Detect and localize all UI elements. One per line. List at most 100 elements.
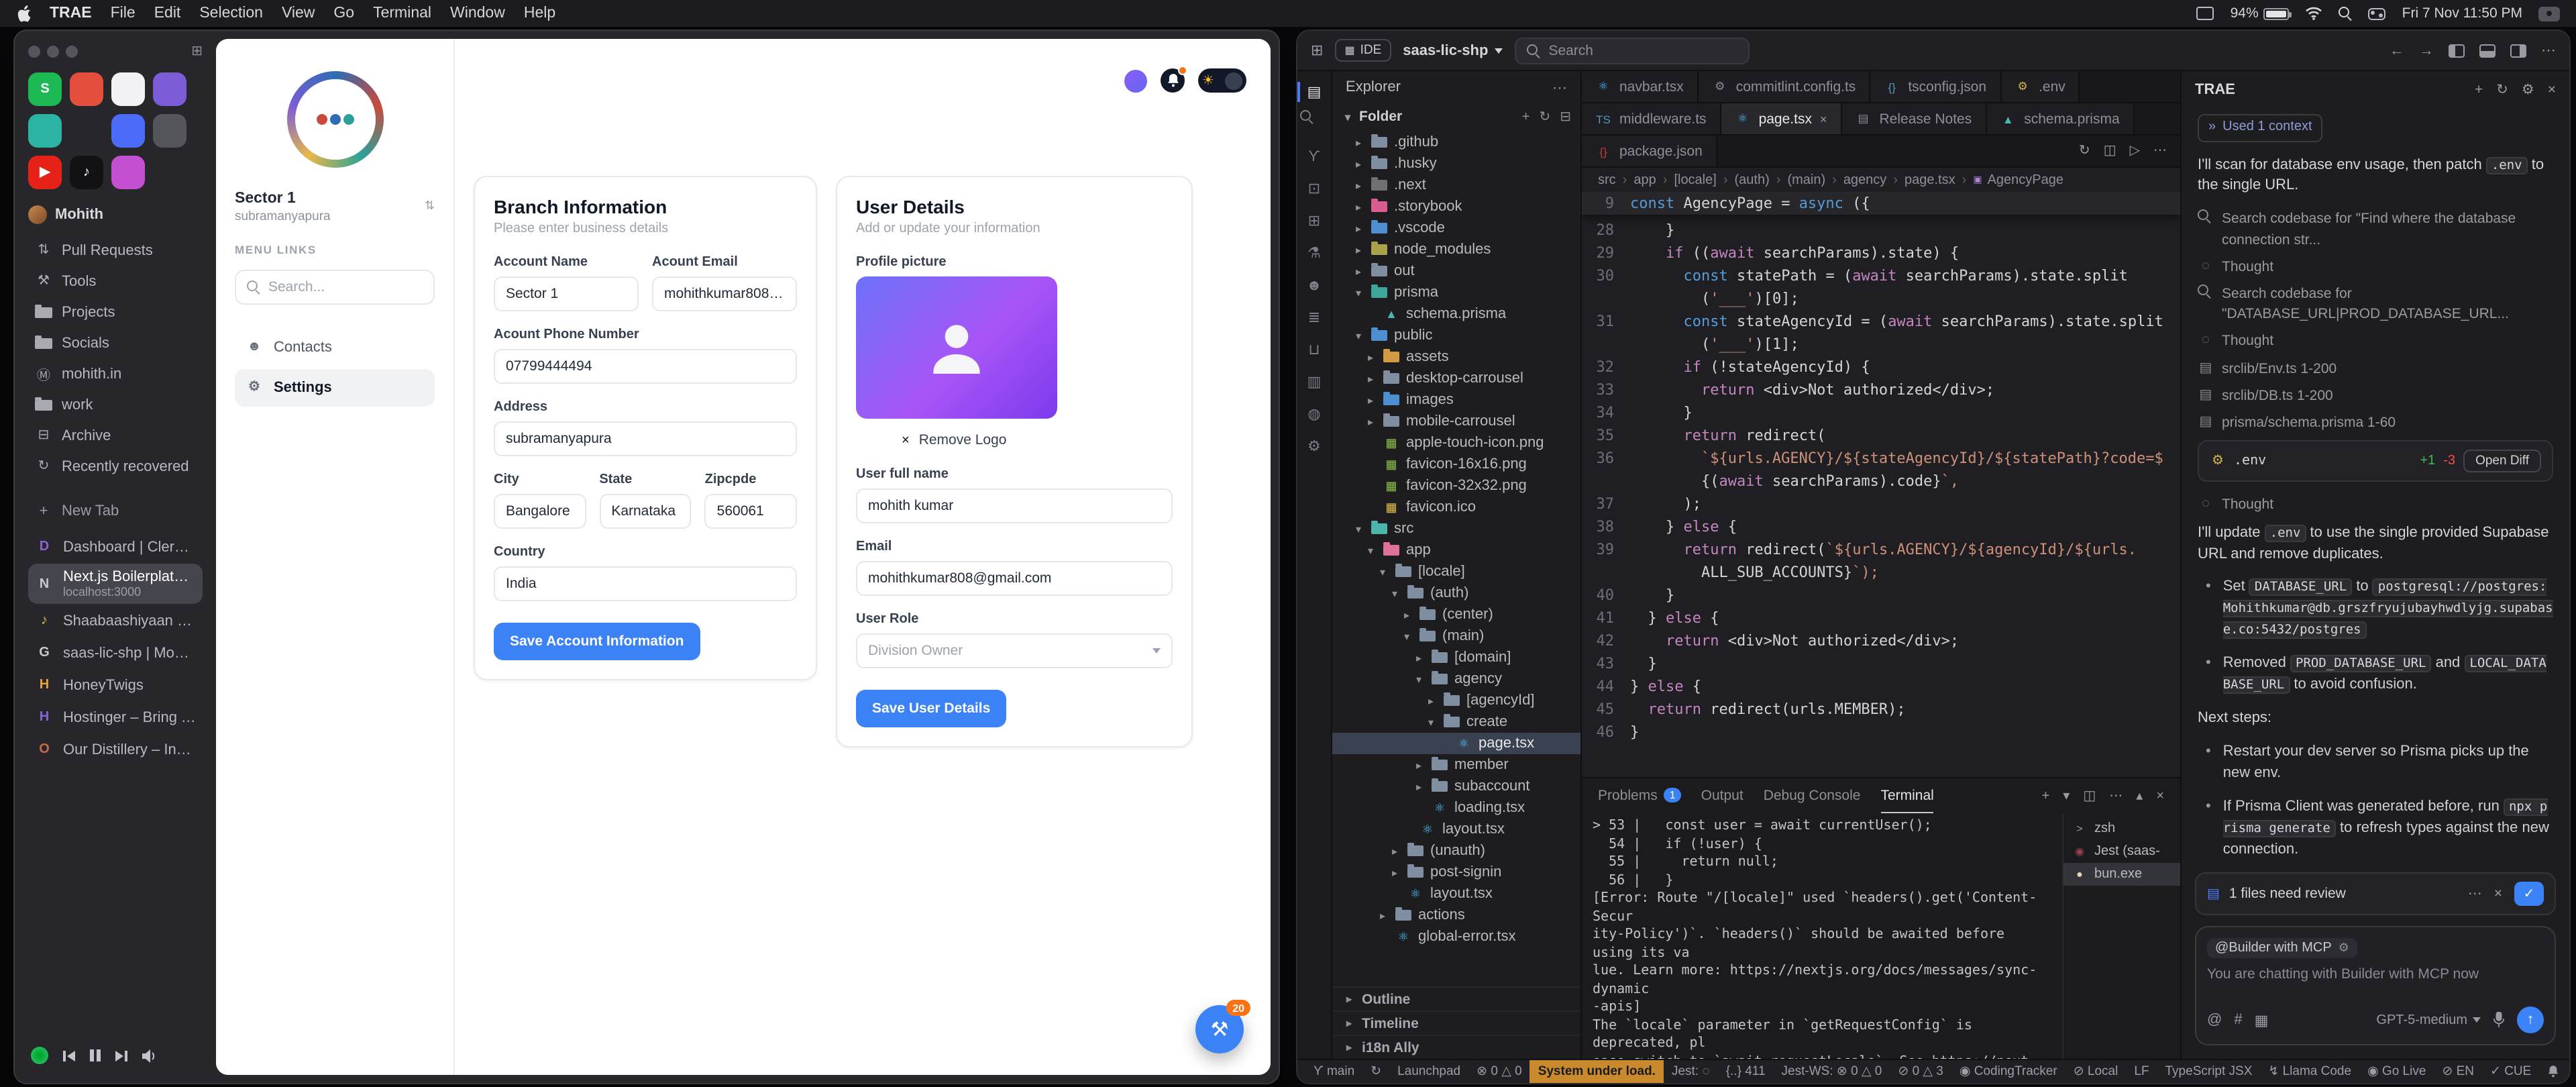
chat-history-icon[interactable]: ↻ — [2496, 82, 2508, 98]
tree-item[interactable]: ▾ public — [1332, 325, 1580, 346]
status-bar-item[interactable]: ⊘ EN — [2434, 1064, 2482, 1079]
tree-item[interactable]: ▸ .storybook — [1332, 196, 1580, 217]
breadcrumb-item[interactable]: [locale] — [1674, 172, 1734, 187]
pinned-app-tile[interactable] — [28, 114, 62, 148]
status-bar-item[interactable]: LF — [2126, 1060, 2157, 1083]
accept-all-button[interactable]: ✓ — [2514, 882, 2544, 906]
tree-item[interactable]: ▸ .vscode — [1332, 217, 1580, 239]
toggle-right-sidebar-icon[interactable] — [2510, 44, 2526, 57]
panel-tab[interactable]: Output — [1701, 778, 1743, 813]
menubar-menu-item[interactable]: File — [111, 5, 136, 21]
apple-menu-icon[interactable] — [16, 5, 31, 22]
agent-chip[interactable]: @Builder with MCP⚙ — [2207, 938, 2357, 958]
menubar-menu-item[interactable]: Window — [450, 5, 505, 21]
tree-item[interactable]: ▸ images — [1332, 389, 1580, 411]
mention-icon[interactable]: @ — [2207, 1012, 2222, 1028]
minimize-window-button[interactable] — [47, 46, 59, 58]
screen-record-indicator[interactable] — [2538, 6, 2560, 21]
close-chat-icon[interactable]: × — [2548, 82, 2556, 98]
tree-item[interactable]: ▾ src — [1332, 518, 1580, 539]
notifications-button[interactable] — [1161, 68, 1185, 93]
pinned-app-tile[interactable] — [111, 114, 145, 148]
new-file-icon[interactable]: + — [1522, 109, 1530, 124]
user-avatar[interactable] — [1124, 69, 1147, 92]
split-terminal-icon[interactable]: ◫ — [2083, 788, 2096, 803]
status-bar-item[interactable]: ✓ CUE — [2482, 1064, 2539, 1079]
country-input[interactable] — [494, 566, 797, 601]
status-bar-item[interactable]: ϒ main — [1305, 1060, 1362, 1083]
next-track-button[interactable] — [115, 1050, 127, 1061]
ide-badge[interactable]: ▦IDE — [1335, 39, 1391, 62]
tree-item[interactable]: ▾ [locale] — [1332, 561, 1580, 582]
breadcrumb-item[interactable]: (main) — [1787, 172, 1843, 187]
activity-bar-icon[interactable]: ▤ — [1299, 78, 1329, 106]
explorer-section[interactable]: ▸Outline — [1332, 986, 1580, 1011]
run-file-icon[interactable]: ▷ — [2130, 144, 2140, 158]
terminal-output[interactable]: > 53 | const user = await currentUser();… — [1582, 813, 2062, 1059]
tree-item[interactable]: ▸ post-signin — [1332, 862, 1580, 883]
tree-item[interactable]: ▦ favicon-32x32.png — [1332, 475, 1580, 497]
explorer-section[interactable]: ▸i18n Ally — [1332, 1035, 1580, 1059]
tree-item[interactable]: ⚛ global-error.tsx — [1332, 926, 1580, 947]
tree-item[interactable]: ▸ [agencyId] — [1332, 690, 1580, 711]
browser-tab[interactable]: O Our Distillery – InACan — [28, 734, 203, 765]
activity-bar-icon[interactable]: ▥ — [1299, 368, 1329, 396]
terminal-session[interactable]: > zsh — [2063, 817, 2180, 840]
pinned-app-tile[interactable] — [111, 156, 145, 189]
support-fab-button[interactable]: ⚒ 20 — [1195, 1005, 1244, 1053]
pinned-app-tile[interactable]: S — [28, 72, 62, 106]
breadcrumb[interactable]: srcapp[locale](auth)(main)agencypage.tsx… — [1582, 168, 2180, 192]
activity-bar-icon[interactable]: ⚗ — [1299, 239, 1329, 267]
breadcrumb-item[interactable]: AgencyPage — [1973, 172, 2063, 187]
tree-item[interactable]: ▸ node_modules — [1332, 239, 1580, 260]
project-switcher[interactable]: saas-lic-shp — [1403, 42, 1503, 58]
composer-placeholder[interactable]: You are chatting with Builder with MCP n… — [2207, 966, 2544, 998]
toggle-left-sidebar-icon[interactable] — [2449, 44, 2465, 57]
album-art[interactable] — [31, 1047, 48, 1064]
menubar-clock[interactable]: Fri 7 Nov 11:50 PM — [2402, 5, 2522, 21]
panel-tab[interactable]: Debug Console — [1764, 778, 1861, 813]
display-icon[interactable] — [2197, 7, 2214, 20]
browser-profile[interactable]: Mohith — [28, 205, 203, 224]
maximize-panel-icon[interactable]: ▴ — [2136, 788, 2143, 803]
attach-image-icon[interactable]: ▦ — [2255, 1011, 2269, 1029]
status-bar-item[interactable]: ⊘ 0 △ 3 — [1890, 1060, 1951, 1083]
terminal-session[interactable]: ● bun.exe — [2063, 863, 2180, 886]
model-selector[interactable]: GPT-5-medium — [2376, 1013, 2481, 1027]
theme-toggle[interactable]: ☀ — [1198, 68, 1246, 93]
tree-item[interactable]: ▸ member — [1332, 754, 1580, 776]
folder-section-header[interactable]: ▾ Folder + ↻ ⊟ — [1332, 103, 1580, 130]
breadcrumb-item[interactable]: (auth) — [1735, 172, 1788, 187]
search-input[interactable] — [268, 279, 423, 295]
tree-item[interactable]: ⚛ layout.tsx — [1332, 819, 1580, 840]
back-button[interactable]: ← — [2390, 42, 2404, 58]
status-bar-item[interactable]: ⊘ Local — [2065, 1060, 2127, 1083]
pinned-app-tile[interactable] — [70, 72, 103, 106]
breadcrumb-item[interactable]: agency — [1843, 172, 1904, 187]
spotlight-search-icon[interactable] — [2339, 7, 2353, 20]
terminal-session[interactable]: ◉ Jest (saas- — [2063, 840, 2180, 863]
close-tab-icon[interactable]: × — [1820, 112, 1827, 125]
account-email-input[interactable] — [652, 276, 797, 311]
sidebar-folder-item[interactable]: Ⓜ mohith.in — [28, 358, 203, 389]
pinned-app-tile[interactable] — [153, 72, 186, 106]
city-input[interactable] — [494, 494, 586, 529]
battery-indicator[interactable]: 94% — [2231, 5, 2290, 21]
browser-tab[interactable]: G saas-lic-shp | Mohith-K... — [28, 637, 203, 668]
editor-more-icon[interactable]: ⋯ — [2153, 144, 2167, 158]
editor-tab[interactable]: ⚙ commitlint.config.ts × — [1699, 71, 1871, 102]
pinned-app-tile[interactable] — [70, 114, 103, 148]
close-window-button[interactable] — [28, 46, 40, 58]
status-bar-item[interactable]: ◉ Go Live — [2359, 1064, 2434, 1079]
remove-logo-button[interactable]: × Remove Logo — [856, 432, 1173, 448]
tree-item[interactable]: ▸ [domain] — [1332, 647, 1580, 668]
tree-item[interactable]: ▾ agency — [1332, 668, 1580, 690]
tree-item[interactable]: ▸ .github — [1332, 132, 1580, 153]
command-search[interactable]: Search — [1515, 37, 1750, 64]
save-user-button[interactable]: Save User Details — [856, 690, 1006, 727]
notifications-bell-icon[interactable] — [2539, 1066, 2566, 1078]
status-bar-item[interactable]: ⊗ 0 △ 0 — [1468, 1060, 1530, 1083]
browser-tab[interactable]: ♪ Shaabaashiyaan – F... — [28, 605, 203, 636]
sidebar-folder-item[interactable]: ↻ Recently recovered — [28, 451, 203, 482]
activity-bar-icon[interactable]: ⊡ — [1299, 174, 1329, 203]
